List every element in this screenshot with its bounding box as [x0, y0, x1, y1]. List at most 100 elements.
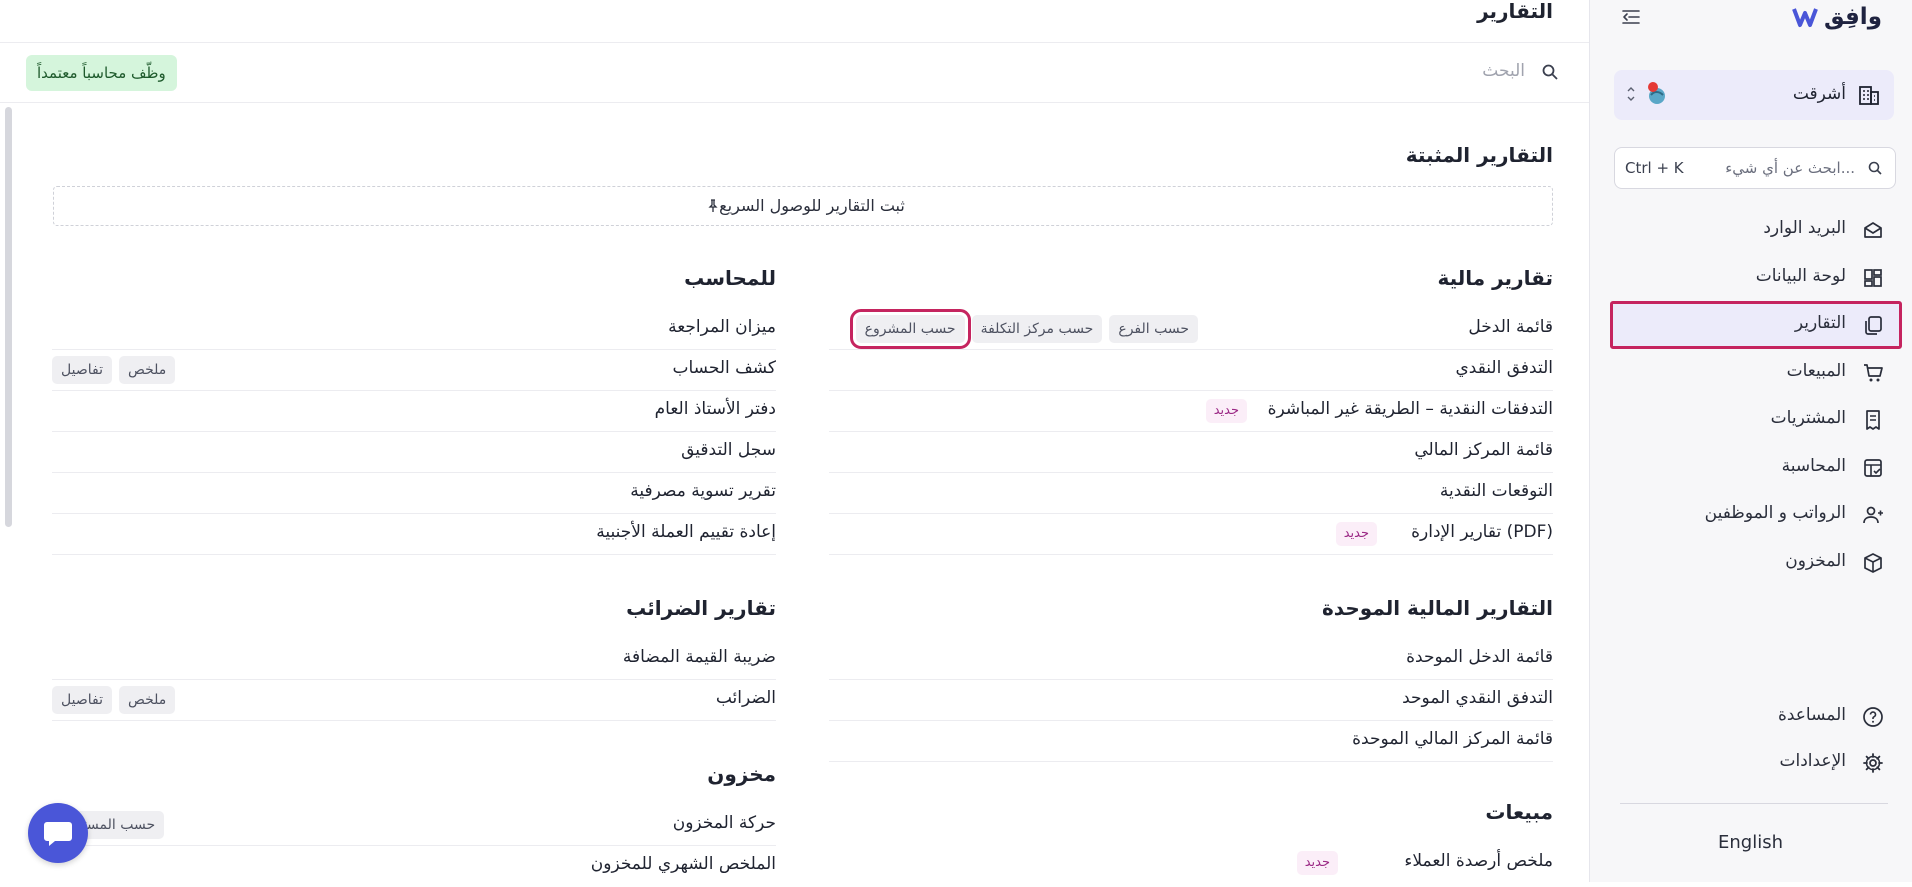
report-filters: تفاصيل ملخص [52, 356, 176, 384]
report-row-cash-forecast[interactable]: التوقعات النقدية [829, 473, 1553, 514]
organization-switcher[interactable]: أشرقت [1614, 70, 1894, 120]
support-chat-button[interactable] [28, 803, 88, 863]
pinned-hint-text: ثبت التقارير للوصول السريع [719, 196, 905, 215]
chat-icon [44, 822, 72, 846]
cart-icon [1864, 363, 1883, 381]
notification-badge [1648, 82, 1658, 92]
receipt-icon [1866, 410, 1880, 430]
sidebar: وافِق أشرقت ابحث عن أي شيء... Ctrl + K ا… [1589, 0, 1912, 882]
report-label: قائمة المركز المالي الموحدة [1352, 729, 1553, 749]
report-label: دفتر الأستاذ العام [654, 399, 776, 419]
report-row-consolidated-cash-flow[interactable]: التدفق النقدي الموحد [829, 680, 1553, 721]
sidebar-item-payroll[interactable]: الرواتب و الموظفين [1610, 491, 1898, 539]
report-row-fx-revaluation[interactable]: إعادة تقييم العملة الأجنبية [52, 514, 776, 555]
report-row-consolidated-balance-sheet[interactable]: قائمة المركز المالي الموحدة [829, 721, 1553, 762]
section-title: مخزون [707, 762, 776, 786]
sidebar-item-sales[interactable]: المبيعات [1610, 349, 1898, 397]
language-switch[interactable]: English [1589, 832, 1912, 853]
sidebar-item-inventory[interactable]: المخزون [1610, 539, 1898, 587]
sidebar-item-accounting[interactable]: المحاسبة [1610, 444, 1898, 492]
sidebar-item-purchases[interactable]: المشتريات [1610, 396, 1898, 444]
report-label: التدفقات النقدية – الطريقة غير المباشرة [1267, 399, 1553, 419]
sidebar-item-label: الإعدادات [1779, 751, 1846, 771]
report-row-monthly-inventory[interactable]: الملخص الشهري للمخزون [52, 846, 776, 887]
details-chip[interactable]: تفاصيل [52, 686, 112, 714]
report-row-trial-balance[interactable]: ميزان المراجعة [52, 309, 776, 350]
report-label: التدفق النقدي الموحد [1402, 688, 1553, 708]
report-row-customer-balances[interactable]: ملخص أرصدة العملاء جديد [829, 843, 1553, 884]
report-row-general-ledger[interactable]: دفتر الأستاذ العام [52, 391, 776, 432]
new-badge: جديد [1205, 399, 1247, 423]
sidebar-nav: البريد الوارد لوحة البيانات التقارير الم… [1610, 206, 1902, 587]
sidebar-item-help[interactable]: المساعدة [1610, 693, 1898, 739]
sidebar-item-label: لوحة البيانات [1755, 265, 1846, 286]
report-filters: تفاصيل ملخص [52, 686, 176, 714]
chevron-updown-icon [1627, 87, 1635, 101]
sidebar-item-label: البريد الوارد [1763, 218, 1846, 238]
report-row-vat[interactable]: ضريبة القيمة المضافة [52, 639, 776, 680]
pinned-reports-title: التقارير المثبتة [1405, 143, 1553, 167]
report-row-stock-movement[interactable]: حركة المخزون حسب المستودع [52, 805, 776, 846]
ledger-icon [1864, 458, 1882, 477]
section-title: تقارير الضرائب [626, 596, 776, 620]
report-label: إعادة تقييم العملة الأجنبية [596, 522, 776, 542]
report-row-indirect-cash-flow[interactable]: التدفقات النقدية – الطريقة غير المباشرة … [829, 391, 1553, 432]
report-label: ضريبة القيمة المضافة [622, 647, 776, 667]
report-row-bank-reconciliation[interactable]: تقرير تسوية مصرفية [52, 473, 776, 514]
reports-search-input[interactable]: البحث [1482, 61, 1525, 81]
summary-chip[interactable]: ملخص [118, 356, 176, 384]
inbox-icon [1864, 222, 1882, 238]
report-label: التوقعات النقدية [1439, 481, 1553, 501]
details-chip[interactable]: تفاصيل [52, 356, 112, 384]
sidebar-item-label: المبيعات [1786, 360, 1846, 381]
pinned-reports-dropzone: ثبت التقارير للوصول السريع [53, 186, 1553, 226]
report-label: كشف الحساب [672, 358, 777, 378]
divider [0, 42, 1589, 43]
report-label: قائمة المركز المالي [1414, 440, 1553, 460]
report-row-account-statement[interactable]: كشف الحساب تفاصيل ملخص [52, 350, 776, 391]
reports-icon [1865, 316, 1882, 335]
report-label: قائمة الدخل [1468, 317, 1553, 337]
brand-logo[interactable]: وافِق [1792, 4, 1882, 30]
sidebar-item-label: المخزون [1785, 550, 1846, 571]
report-label: الضرائب [715, 688, 776, 708]
report-row-audit-log[interactable]: سجل التدقيق [52, 432, 776, 473]
report-row-taxes[interactable]: الضرائب تفاصيل ملخص [52, 680, 776, 721]
collapse-sidebar-icon[interactable] [1620, 6, 1642, 28]
sidebar-bottom-nav: المساعدة الإعدادات [1610, 693, 1898, 785]
sidebar-divider [1620, 803, 1888, 804]
report-label: ملخص أرصدة العملاء [1404, 851, 1553, 871]
summary-chip[interactable]: ملخص [118, 686, 176, 714]
sidebar-item-settings[interactable]: الإعدادات [1610, 739, 1898, 785]
reports-main: التقارير البحث وظّف محاسباً معتمداً التق… [0, 0, 1589, 882]
report-row-balance-sheet[interactable]: قائمة المركز المالي [829, 432, 1553, 473]
sidebar-item-dashboard[interactable]: لوحة البيانات [1610, 254, 1898, 302]
divider [0, 102, 1589, 103]
filter-by-project-chip[interactable]: حسب المشروع [849, 309, 971, 349]
help-icon [1863, 707, 1883, 727]
sidebar-item-label: المحاسبة [1781, 455, 1846, 476]
filter-by-branch-chip[interactable]: حسب الفرع [1109, 315, 1198, 343]
search-icon [1868, 161, 1882, 175]
report-label: ميزان المراجعة [668, 317, 776, 337]
section-title: تقارير مالية [1437, 266, 1553, 290]
global-search[interactable]: ابحث عن أي شيء... Ctrl + K [1614, 147, 1896, 189]
new-badge: جديد [1335, 522, 1377, 546]
scrollbar[interactable] [5, 107, 12, 527]
search-icon [1542, 64, 1558, 80]
filter-by-cost-center-chip[interactable]: حسب مركز التكلفة [971, 315, 1103, 343]
sidebar-item-inbox[interactable]: البريد الوارد [1610, 206, 1898, 254]
hire-accountant-button[interactable]: وظّف محاسباً معتمداً [26, 55, 177, 91]
report-row-consolidated-income[interactable]: قائمة الدخل الموحدة [829, 639, 1553, 680]
page-title: التقارير [1477, 0, 1553, 23]
report-row-management-pdf[interactable]: تقارير الإدارة (PDF) جديد [829, 514, 1553, 555]
report-filters: حسب الفرع حسب مركز التكلفة حسب المشروع [849, 309, 1198, 349]
report-label: تقرير تسوية مصرفية [630, 481, 776, 501]
report-label: التدفق النقدي [1455, 358, 1553, 378]
report-row-income-statement[interactable]: قائمة الدخل حسب الفرع حسب مركز التكلفة ح… [829, 309, 1553, 350]
section-title: التقارير المالية الموحدة [1322, 596, 1553, 620]
sidebar-item-reports[interactable]: التقارير [1610, 301, 1902, 349]
report-row-cash-flow[interactable]: التدفق النقدي [829, 350, 1553, 391]
sidebar-item-label: المشتريات [1770, 408, 1846, 428]
sidebar-item-label: الرواتب و الموظفين [1704, 503, 1846, 523]
